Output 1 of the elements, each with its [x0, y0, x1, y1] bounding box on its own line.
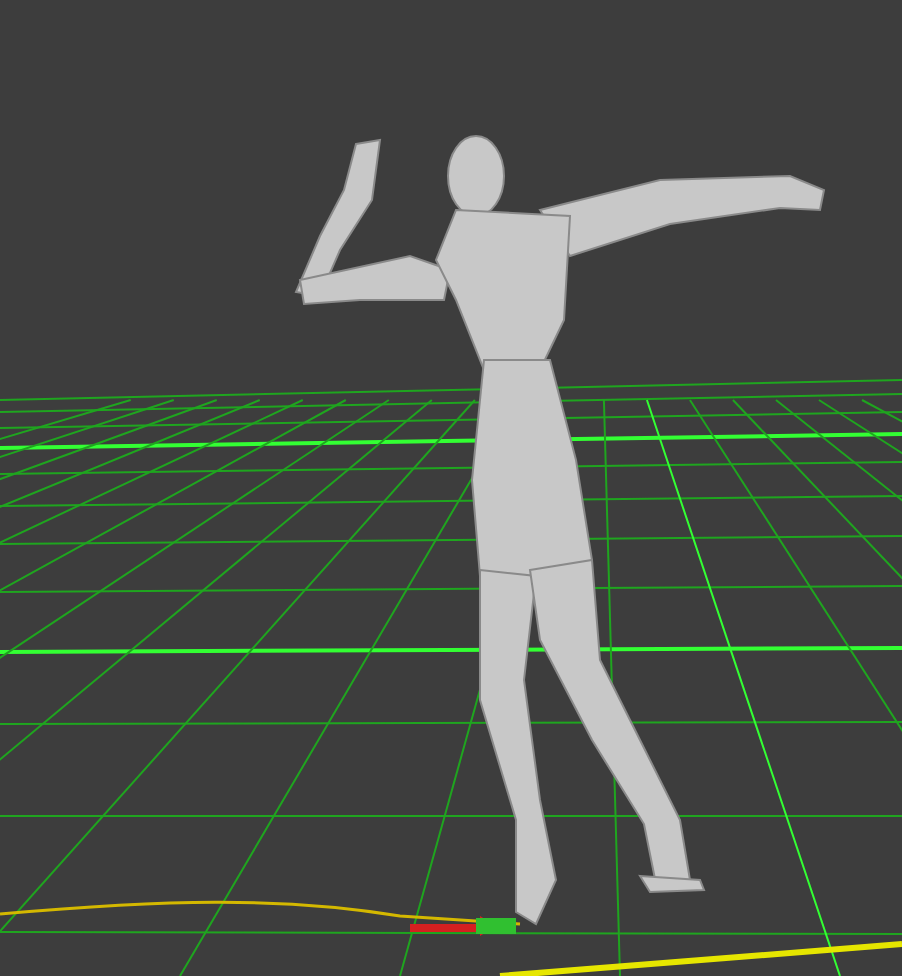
- axis-gizmo-icon[interactable]: [410, 916, 516, 936]
